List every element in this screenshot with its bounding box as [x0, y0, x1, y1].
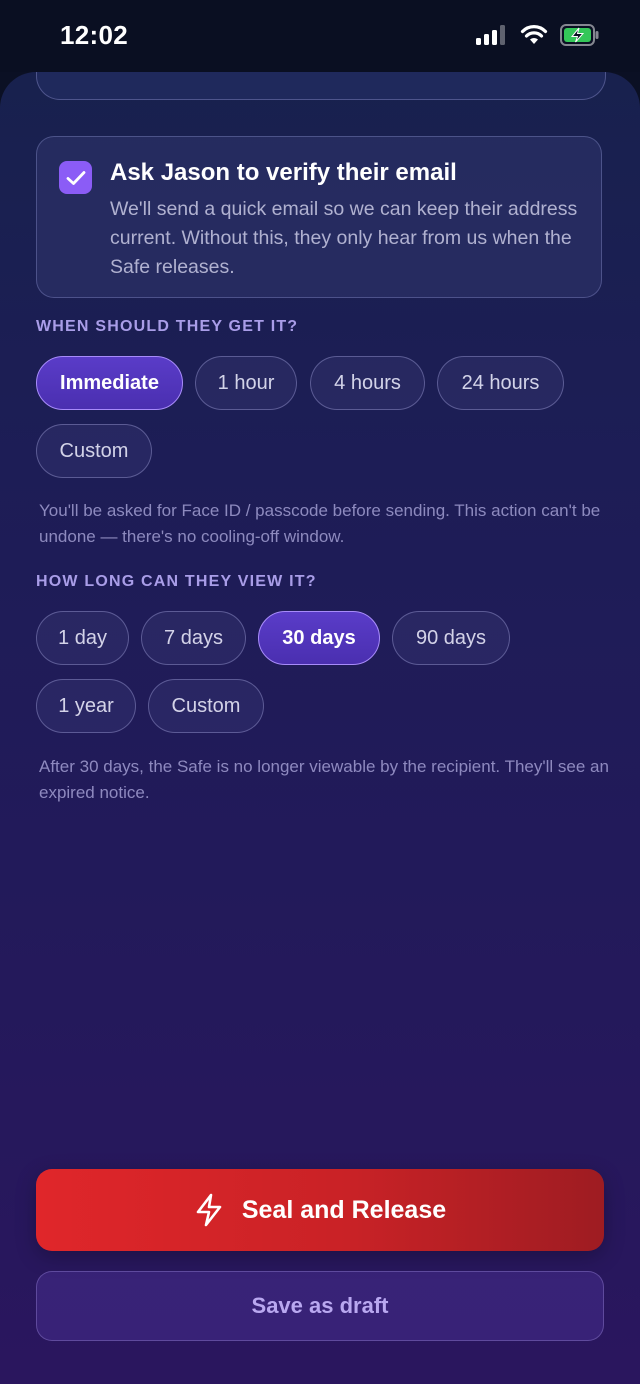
viewing-option-7-days[interactable]: 7 days [141, 611, 246, 665]
delivery-option-4-hours[interactable]: 4 hours [310, 356, 425, 410]
viewing-note: After 30 days, the Safe is no longer vie… [39, 757, 609, 802]
viewing-option-1-year[interactable]: 1 year [36, 679, 136, 733]
delivery-option-custom[interactable]: Custom [36, 424, 152, 478]
viewing-option-30-days[interactable]: 30 days [258, 611, 380, 665]
verify-email-title: Ask Jason to verify their email [110, 159, 457, 186]
battery-charging-icon [560, 24, 599, 46]
viewing-section-label: HOW LONG CAN THEY VIEW IT? [36, 573, 317, 590]
save-as-draft-button[interactable]: Save as draft [36, 1271, 604, 1341]
wifi-icon [520, 25, 548, 44]
lightning-icon [196, 1193, 222, 1227]
verify-email-card[interactable]: Ask Jason to verify their email We'll se… [36, 136, 602, 298]
verify-email-checkbox[interactable] [59, 161, 92, 194]
status-bar: 12:02 [0, 0, 640, 72]
seal-and-release-label: Seal and Release [241, 1195, 447, 1224]
checkmark-icon [66, 170, 85, 185]
delivery-option-24-hours[interactable]: 24 hours [437, 356, 564, 410]
delivery-section-label: WHEN SHOULD THEY GET IT? [36, 318, 299, 335]
viewing-option-custom[interactable]: Custom [148, 679, 264, 733]
status-time: 12:02 [60, 20, 128, 50]
delivery-option-1-hour[interactable]: 1 hour [195, 356, 297, 410]
verify-email-description: We'll send a quick email so we can keep … [110, 198, 578, 278]
seal-and-release-button[interactable]: Seal and Release [36, 1169, 604, 1251]
previous-card-edge [36, 72, 606, 100]
delivery-option-immediate[interactable]: Immediate [36, 356, 183, 410]
signal-icon [476, 25, 505, 45]
viewing-option-1-day[interactable]: 1 day [36, 611, 129, 665]
bottom-sheet: Ask Jason to verify their email We'll se… [0, 72, 640, 1384]
status-icons [476, 24, 600, 46]
viewing-option-90-days[interactable]: 90 days [392, 611, 510, 665]
delivery-note: You'll be asked for Face ID / passcode b… [39, 501, 601, 546]
